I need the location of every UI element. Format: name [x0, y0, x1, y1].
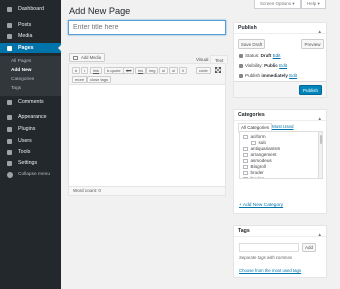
pin-icon: [239, 53, 243, 58]
submenu-tags[interactable]: Tags: [11, 86, 21, 91]
toggle-arrow-icon[interactable]: ▲: [318, 229, 322, 240]
choose-tags-link[interactable]: Choose from the most used tags: [239, 268, 301, 273]
eye-icon: [239, 63, 243, 68]
category-item[interactable]: antiquarianism: [243, 146, 280, 151]
checkbox[interactable]: [243, 176, 248, 178]
sidebar-item-settings[interactable]: Settings: [0, 158, 61, 168]
screen-options-button[interactable]: Screen Options ▾: [254, 0, 301, 9]
checkbox[interactable]: [251, 140, 256, 145]
checkbox[interactable]: [243, 158, 248, 163]
category-item[interactable]: broder: [243, 170, 264, 175]
sidebar-item-dashboard[interactable]: Dashboard: [0, 4, 61, 14]
category-scrollbar[interactable]: [318, 132, 322, 178]
quicktags-toolbar: b i link b-quote del ins img ul ol li co…: [69, 64, 225, 85]
submenu-add-new[interactable]: Add New: [11, 68, 32, 73]
qt-li-button[interactable]: li: [179, 67, 187, 74]
categories-box: Categories ▲ All Categories Most Used aci…: [233, 109, 327, 214]
publish-button[interactable]: Publish: [299, 85, 322, 95]
wrench-icon: [7, 150, 12, 155]
checkbox[interactable]: [243, 134, 248, 139]
category-item[interactable]: arrangement: [243, 152, 277, 157]
add-new-category-link[interactable]: + Add New Category: [239, 203, 283, 208]
publish-actions: Publish: [234, 81, 326, 97]
media-icon: [7, 34, 12, 39]
tab-most-used[interactable]: Most Used: [270, 123, 296, 131]
page-icon: [7, 46, 12, 51]
submenu-all-pages[interactable]: All Pages: [11, 59, 31, 64]
category-item[interactable]: aciform: [243, 134, 266, 139]
publish-box: Publish ▲ Save Draft Preview Status: Draf…: [233, 22, 327, 98]
media-icon: [73, 56, 78, 60]
brush-icon: [7, 115, 12, 120]
checkbox[interactable]: [243, 170, 248, 175]
schedule-line: Publish immediately Edit: [239, 73, 297, 78]
publish-box-title: Publish ▲: [234, 23, 326, 34]
qt-ul-button[interactable]: ul: [159, 67, 169, 74]
tags-box: Tags ▲ Add Separate tags with commas Choo…: [233, 225, 327, 278]
pin-icon: [7, 23, 12, 28]
sidebar-item-tools[interactable]: Tools: [0, 147, 61, 157]
checkbox[interactable]: [243, 146, 248, 151]
help-button[interactable]: Help ▾: [301, 0, 326, 9]
sidebar-item-appearance[interactable]: Appearance: [0, 112, 61, 122]
category-item[interactable]: sub: [251, 140, 266, 145]
submenu-categories[interactable]: Categories: [11, 77, 34, 82]
user-icon: [7, 139, 12, 144]
qt-blockquote-button[interactable]: b-quote: [104, 67, 124, 74]
tags-hint: Separate tags with commas: [239, 255, 293, 260]
admin-sidebar: Dashboard Posts Media Pages All Pages Ad…: [0, 0, 61, 289]
add-tag-button[interactable]: Add: [302, 243, 316, 252]
tags-box-title: Tags ▲: [234, 226, 326, 237]
qt-ins-button[interactable]: ins: [135, 67, 147, 74]
comment-icon: [7, 100, 12, 105]
sidebar-item-posts[interactable]: Posts: [0, 20, 61, 30]
collapse-icon: [7, 172, 13, 178]
edit-visibility-link[interactable]: Edit: [279, 63, 287, 68]
categories-box-title: Categories ▲: [234, 110, 326, 121]
tag-input[interactable]: [239, 243, 299, 252]
toggle-arrow-icon[interactable]: ▲: [318, 113, 322, 124]
category-item[interactable]: asmodeus: [243, 158, 272, 163]
qt-italic-button[interactable]: i: [81, 67, 88, 74]
qt-link-button[interactable]: link: [90, 67, 103, 74]
sidebar-item-plugins[interactable]: Plugins: [0, 124, 61, 134]
page-title: Add New Page: [69, 6, 131, 16]
scrollbar-thumb[interactable]: [319, 135, 322, 144]
plugin-icon: [7, 127, 12, 132]
save-draft-button[interactable]: Save Draft: [238, 39, 265, 49]
calendar-icon: [239, 73, 243, 78]
title-input[interactable]: [68, 20, 226, 35]
qt-close-tags-button[interactable]: close tags: [87, 76, 112, 83]
checkbox[interactable]: [243, 152, 248, 157]
category-checklist: aciform sub antiquarianism arrangement a…: [239, 131, 323, 179]
qt-more-button[interactable]: more: [72, 76, 88, 83]
qt-bold-button[interactable]: b: [72, 67, 81, 74]
sidebar-item-pages[interactable]: Pages: [0, 43, 61, 53]
qt-del-button[interactable]: del: [123, 67, 135, 74]
status-line: Status: Draft Edit: [239, 53, 281, 58]
checkbox[interactable]: [243, 164, 248, 169]
editor-area[interactable]: b i link b-quote del ins img ul ol li co…: [68, 63, 226, 196]
fullscreen-expand-icon[interactable]: [215, 67, 221, 73]
edit-status-link[interactable]: Edit: [273, 53, 281, 58]
pages-submenu: All Pages Add New Categories Tags: [0, 56, 61, 96]
qt-ol-button[interactable]: ol: [169, 67, 179, 74]
qt-code-button[interactable]: code: [196, 67, 211, 74]
dashboard-icon: [7, 7, 12, 12]
settings-icon: [7, 161, 12, 166]
sidebar-item-users[interactable]: Users: [0, 136, 61, 146]
visibility-line: Visibility: Public Edit: [239, 63, 287, 68]
sidebar-item-comments[interactable]: Comments: [0, 97, 61, 107]
sidebar-item-media[interactable]: Media: [0, 31, 61, 41]
preview-button[interactable]: Preview: [301, 39, 324, 49]
category-item[interactable]: Blogroll: [243, 164, 266, 169]
qt-img-button[interactable]: img: [146, 67, 159, 74]
add-media-button[interactable]: Add Media: [69, 53, 106, 62]
collapse-menu-button[interactable]: Collapse menu: [0, 170, 61, 180]
category-item[interactable]: buying: [243, 176, 264, 178]
edit-schedule-link[interactable]: Edit: [289, 73, 297, 78]
word-count: Word count: 0: [69, 186, 225, 195]
toggle-arrow-icon[interactable]: ▲: [318, 26, 322, 37]
